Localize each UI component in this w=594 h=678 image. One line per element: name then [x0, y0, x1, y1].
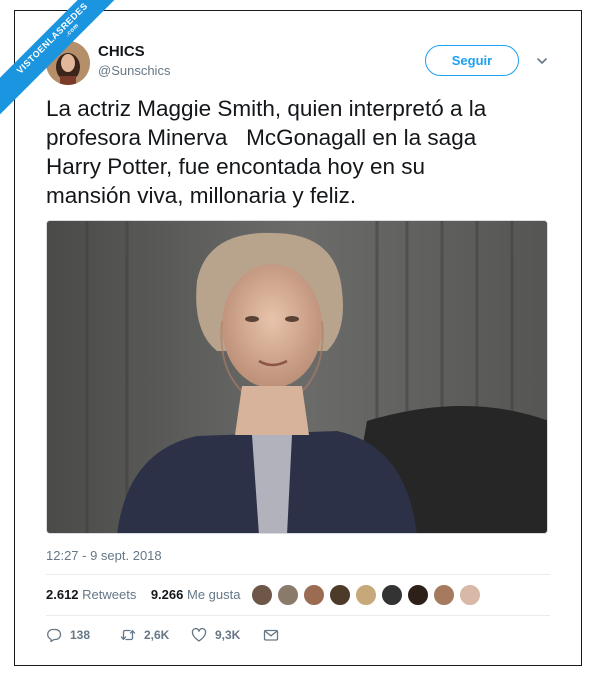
- avatar[interactable]: [407, 584, 429, 606]
- retweet-action-count: 2,6K: [144, 628, 170, 642]
- tweet-text: La actriz Maggie Smith, quien interpretó…: [46, 96, 487, 208]
- avatar[interactable]: [355, 584, 377, 606]
- like-count[interactable]: 9.266 Me gusta: [151, 587, 241, 602]
- retweet-icon: [120, 629, 136, 641]
- watermark-text: VISTOENLASREDES: [14, 0, 90, 76]
- like-button[interactable]: 9,3K: [191, 627, 240, 643]
- retweet-count[interactable]: 2.612 Retweets: [46, 587, 136, 602]
- retweet-button[interactable]: 2,6K: [120, 627, 169, 643]
- avatar[interactable]: [277, 584, 299, 606]
- heart-icon: [191, 627, 207, 642]
- reply-icon: [47, 628, 62, 643]
- chevron-down-icon[interactable]: [535, 54, 549, 68]
- tweet-photo[interactable]: [46, 220, 548, 534]
- direct-message-button[interactable]: [263, 627, 279, 643]
- tweet-stats: 2.612 Retweets 9.266 Me gusta: [46, 587, 240, 602]
- avatar[interactable]: [329, 584, 351, 606]
- avatar[interactable]: [303, 584, 325, 606]
- divider: [46, 615, 550, 616]
- reply-button[interactable]: 138: [46, 627, 90, 643]
- follow-button[interactable]: Seguir: [425, 45, 519, 76]
- tweet-timestamp[interactable]: 12:27 - 9 sept. 2018: [46, 548, 162, 563]
- divider: [46, 574, 550, 575]
- avatar[interactable]: [459, 584, 481, 606]
- avatar[interactable]: [433, 584, 455, 606]
- reply-count: 138: [70, 628, 91, 642]
- avatar[interactable]: [251, 584, 273, 606]
- avatar[interactable]: [381, 584, 403, 606]
- like-action-count: 9,3K: [215, 628, 241, 642]
- direct-message-icon: [263, 629, 279, 641]
- watermark-ribbon: VISTOENLASREDES .com: [0, 0, 120, 120]
- watermark-domain: .com: [64, 22, 81, 39]
